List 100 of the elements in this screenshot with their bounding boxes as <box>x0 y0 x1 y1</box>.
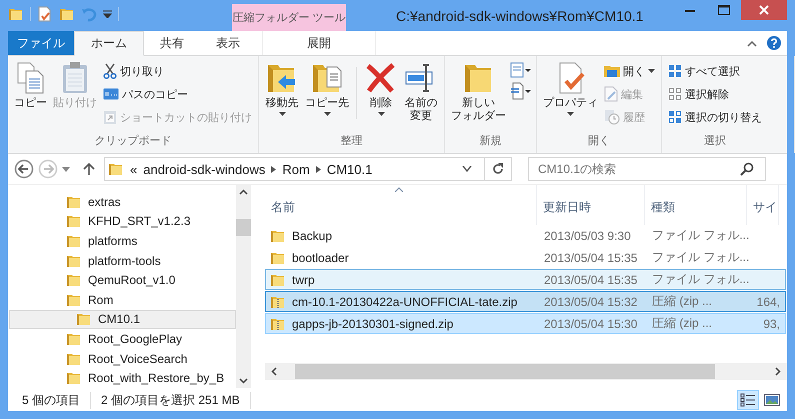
address-bar[interactable]: « android-sdk-windows Rom CM10.1 <box>104 157 512 181</box>
properties-button[interactable]: プロパティ <box>541 59 600 133</box>
file-row[interactable]: gapps-jb-20130301-signed.zip 2013/05/04 15:30 圧縮 (zip ... 93, <box>265 313 786 334</box>
button-label: 名前の 変更 <box>404 97 438 123</box>
new-folder-button[interactable]: 新しい フォルダー <box>449 59 508 133</box>
breadcrumb[interactable]: CM10.1 <box>326 162 372 176</box>
tree-item[interactable]: CM10.1 <box>9 310 236 330</box>
cut-button[interactable]: 切り取り <box>101 61 254 81</box>
copy-path-button[interactable]: パスのコピー <box>101 84 254 104</box>
collapse-ribbon-icon[interactable] <box>747 40 757 46</box>
tree-item[interactable]: Root_with_Restore_by_B <box>9 368 236 388</box>
contextual-tab-header: 圧縮フォルダー ツール <box>232 4 346 31</box>
breadcrumb-overflow[interactable]: « <box>130 162 138 176</box>
shortcut-icon <box>103 109 117 125</box>
folder-icon <box>76 311 92 328</box>
vertical-scrollbar[interactable] <box>236 185 251 388</box>
back-button[interactable] <box>14 159 34 179</box>
column-header[interactable]: 更新日時 <box>537 185 645 225</box>
chevron-right-icon[interactable] <box>316 166 321 172</box>
tree-item[interactable]: Root_GooglePlay <box>9 329 236 349</box>
rename-button[interactable]: 名前の 変更 <box>402 59 440 133</box>
group-label: 選択 <box>703 134 727 149</box>
button-label: 新しい フォルダー <box>451 97 506 123</box>
folder-icon <box>8 6 24 22</box>
scroll-down-icon[interactable] <box>239 378 248 384</box>
easy-access-icon[interactable] <box>510 82 532 100</box>
scissors-icon <box>103 63 117 79</box>
invert-selection-button[interactable]: 選択の切り替え <box>666 107 764 127</box>
tree-item[interactable]: platforms <box>9 231 236 251</box>
tree-item[interactable]: Rom <box>9 290 236 310</box>
modified-cell-text: 2013/05/03 9:30 <box>543 228 632 242</box>
copy-button[interactable]: コピー <box>12 59 49 133</box>
scroll-left-icon[interactable] <box>271 367 277 376</box>
breadcrumb[interactable]: android-sdk-windows <box>143 162 266 176</box>
modified-cell-text: 2013/05/04 15:32 <box>543 294 638 308</box>
caret-icon <box>648 69 655 73</box>
file-row[interactable]: twrp 2013/05/04 15:35 ファイル フォル... <box>265 269 786 290</box>
tree-item[interactable]: QemuRoot_v1.0 <box>9 270 236 290</box>
delete-button[interactable]: 削除 <box>362 59 400 133</box>
refresh-icon <box>492 163 504 175</box>
type-cell-text: 圧縮 (zip ... <box>651 315 714 332</box>
column-header[interactable]: 種類 <box>645 185 747 225</box>
details-view-button[interactable] <box>737 390 759 410</box>
chevron-right-icon[interactable] <box>271 166 276 172</box>
move-to-button[interactable]: 移動先 <box>263 59 301 133</box>
grid-outline-icon <box>668 87 682 101</box>
type-cell-text: 圧縮 (zip ... <box>651 293 714 310</box>
group-label: 整理 <box>340 134 364 149</box>
select-all-button[interactable]: すべて選択 <box>666 61 764 81</box>
ribbon-tab[interactable]: 共有 <box>144 31 200 55</box>
modified-cell-text: 2013/05/04 15:35 <box>543 272 638 286</box>
caret-icon <box>378 112 384 116</box>
customize-caret-icon[interactable] <box>103 10 112 18</box>
file-row[interactable]: cm-10.1-20130422a-UNOFFICIAL-tate.zip 2013/05/04 15:32 圧縮 (zip ... 164, <box>265 291 786 312</box>
selection-info: 2 個の項目を選択 251 MB <box>101 392 251 408</box>
type-cell-text: ファイル フォル... <box>651 249 748 266</box>
size-cell-text: 164, <box>756 294 780 308</box>
group-label: 開く <box>587 134 611 149</box>
caret-icon <box>278 112 286 116</box>
recent-locations-caret-icon[interactable] <box>62 166 70 172</box>
ribbon-tab[interactable]: ホーム <box>74 31 144 56</box>
search-icon[interactable] <box>740 162 754 176</box>
scroll-thumb[interactable] <box>236 219 251 236</box>
scroll-right-icon[interactable] <box>775 367 781 376</box>
tree-item[interactable]: extras <box>9 192 236 212</box>
breadcrumb[interactable]: Rom <box>282 162 310 176</box>
search-field[interactable]: CM10.1の検索 <box>528 157 766 181</box>
grid-icon <box>668 64 682 78</box>
size-cell-text: 93, <box>762 316 780 330</box>
folder-icon <box>108 161 124 177</box>
close-button[interactable] <box>741 0 787 20</box>
help-icon[interactable] <box>767 36 781 50</box>
ribbon-tab[interactable]: 表示 <box>200 31 256 55</box>
file-row[interactable]: Backup 2013/05/03 9:30 ファイル フォル... <box>265 225 786 246</box>
caret-icon <box>324 112 330 116</box>
tree-item[interactable]: KFHD_SRT_v1.2.3 <box>9 212 236 232</box>
group-label: 新規 <box>478 134 502 149</box>
column-header[interactable]: サイ <box>747 185 779 225</box>
file-name: Backup <box>292 228 332 242</box>
maximize-icon <box>718 5 730 15</box>
column-header[interactable]: 名前 <box>265 185 537 225</box>
new-folder-icon <box>59 6 75 22</box>
copy-to-button[interactable]: コピー先 <box>303 59 351 133</box>
properties-icon[interactable] <box>37 6 53 22</box>
new-item-icon[interactable] <box>510 61 532 79</box>
folder-icon <box>66 272 82 288</box>
ribbon-tab[interactable]: 展開 <box>262 31 376 55</box>
clipboard-icon <box>60 61 90 95</box>
tree-item[interactable]: platform-tools <box>9 250 236 270</box>
select-none-button[interactable]: 選択解除 <box>666 84 764 104</box>
scroll-thumb[interactable] <box>295 364 715 379</box>
window-title: C:¥android-sdk-windows¥Rom¥CM10.1 <box>395 7 644 24</box>
scroll-up-icon[interactable] <box>239 189 248 195</box>
open-button[interactable]: 開く <box>602 61 657 81</box>
documents-icon <box>16 61 46 95</box>
tree-item[interactable]: Root_VoiceSearch <box>9 348 236 368</box>
up-arrow-icon[interactable] <box>82 162 96 176</box>
file-row[interactable]: bootloader 2013/05/04 15:35 ファイル フォル... <box>265 247 786 268</box>
horizontal-scrollbar[interactable] <box>265 363 787 380</box>
ribbon-tab[interactable]: ファイル <box>8 31 74 55</box>
